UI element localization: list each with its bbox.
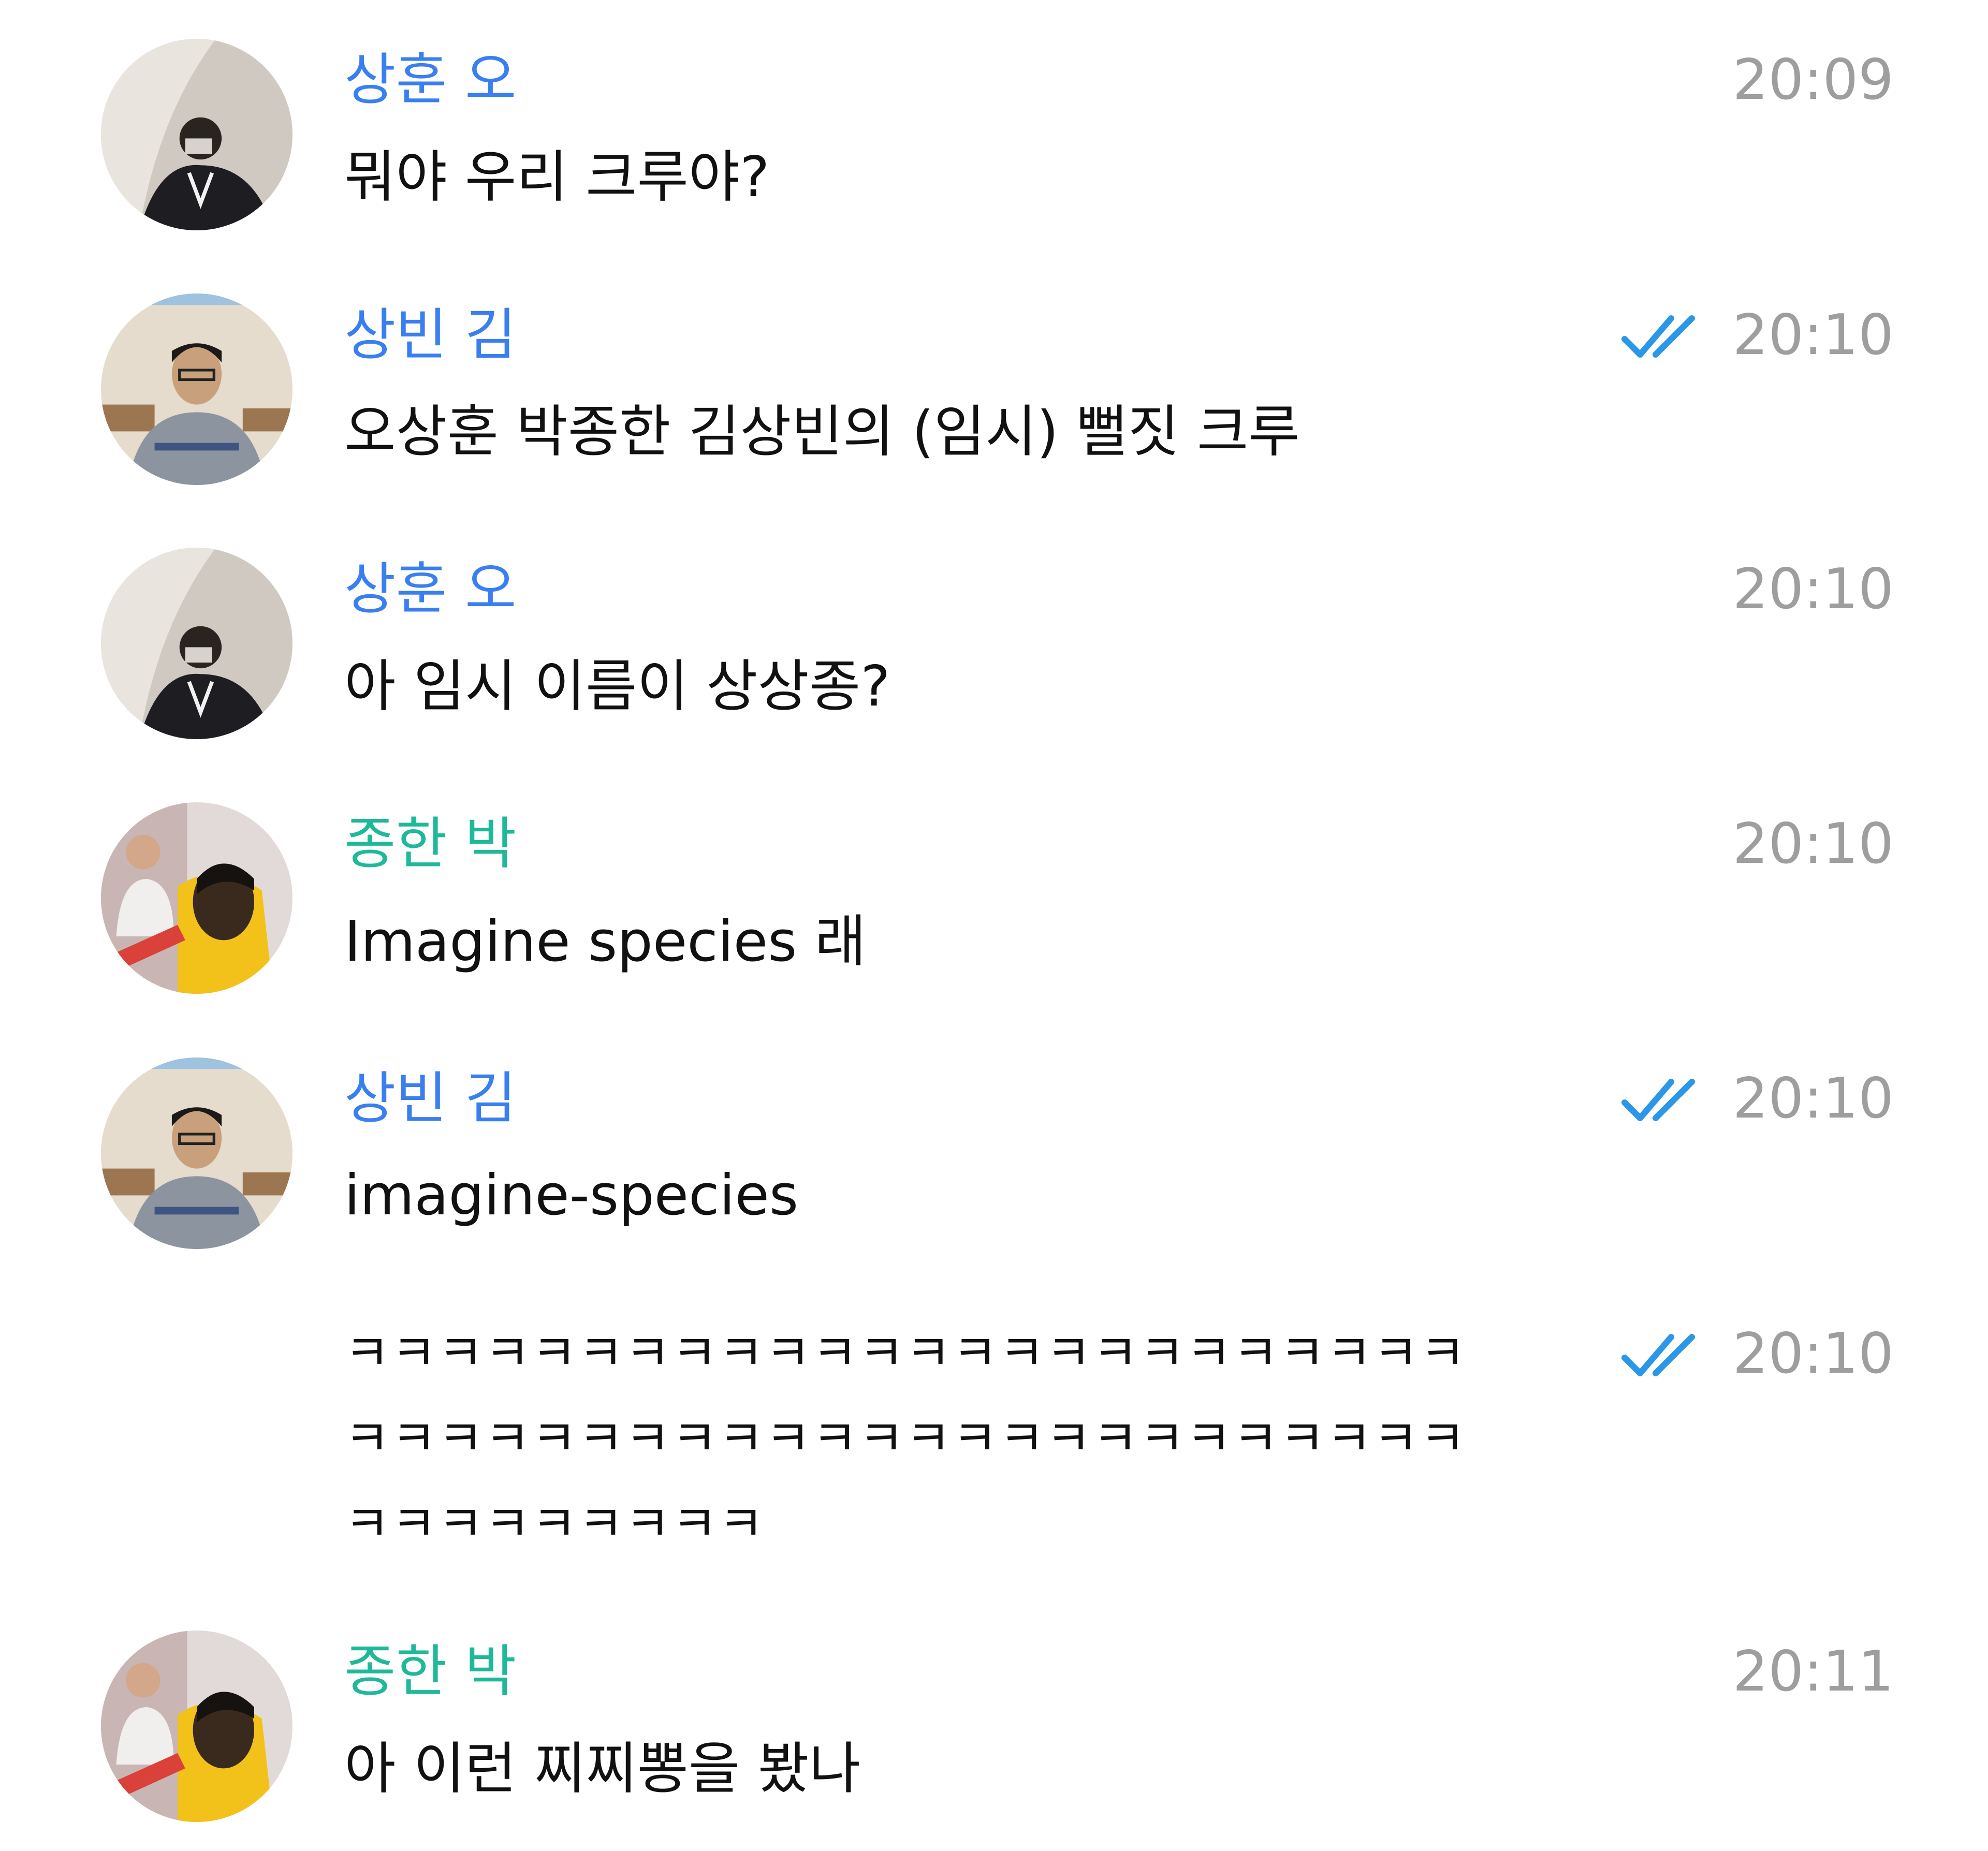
message-time: 20:10 bbox=[1732, 812, 1894, 876]
avatar[interactable] bbox=[101, 548, 293, 739]
avatar-photo-icon bbox=[101, 39, 293, 230]
double-check-icon bbox=[1619, 311, 1702, 362]
message-text: 아 이런 찌찌뽕을 봤나 bbox=[344, 1737, 861, 1801]
avatar-photo-icon bbox=[101, 802, 293, 994]
avatar[interactable] bbox=[101, 39, 293, 230]
avatar[interactable] bbox=[101, 1057, 293, 1249]
avatar-photo-icon bbox=[101, 293, 293, 485]
message-text: 뭐야 우리 크루야? bbox=[344, 145, 770, 210]
message-text: Imagine species 래 bbox=[344, 909, 867, 974]
sender-name[interactable]: 상빈 김 bbox=[344, 1065, 516, 1133]
sender-name[interactable]: 상훈 오 bbox=[344, 556, 516, 623]
message-time: 20:11 bbox=[1732, 1639, 1894, 1704]
message-time: 20:10 bbox=[1732, 557, 1894, 622]
avatar-photo-icon bbox=[101, 1057, 293, 1249]
avatar[interactable] bbox=[101, 1630, 293, 1822]
message-text: 오상훈 박종한 김상빈의 (임시) 뻘짓 크루 bbox=[344, 400, 1300, 464]
message-time: 20:10 bbox=[1732, 303, 1894, 368]
message-text: 아 임시 이름이 상상종? bbox=[344, 654, 890, 719]
message-time: 20:10 bbox=[1732, 1321, 1894, 1386]
message-text: ㅋㅋㅋㅋㅋㅋㅋㅋㅋㅋㅋㅋㅋㅋㅋㅋㅋㅋㅋㅋㅋㅋㅋㅋㅋㅋㅋㅋㅋㅋㅋㅋㅋㅋㅋㅋㅋㅋㅋㅋ… bbox=[344, 1324, 1467, 1553]
chat-message-list[interactable]: 상훈 오 뭐야 우리 크루야? 20:09 상빈 김 오상훈 박종한 김상빈의 … bbox=[0, 0, 1988, 1851]
double-check-icon bbox=[1619, 1329, 1702, 1381]
sender-name[interactable]: 종한 박 bbox=[344, 1638, 516, 1706]
message-text: imagine-species bbox=[344, 1163, 799, 1228]
message-time: 20:10 bbox=[1732, 1066, 1894, 1131]
sender-name[interactable]: 상빈 김 bbox=[344, 302, 516, 369]
sender-name[interactable]: 상훈 오 bbox=[344, 47, 516, 114]
avatar[interactable] bbox=[101, 293, 293, 485]
double-check-icon bbox=[1619, 1074, 1702, 1126]
avatar-photo-icon bbox=[101, 1630, 293, 1822]
sender-name[interactable]: 종한 박 bbox=[344, 811, 516, 878]
message-time: 20:09 bbox=[1732, 48, 1894, 112]
avatar-photo-icon bbox=[101, 548, 293, 739]
avatar[interactable] bbox=[101, 802, 293, 994]
